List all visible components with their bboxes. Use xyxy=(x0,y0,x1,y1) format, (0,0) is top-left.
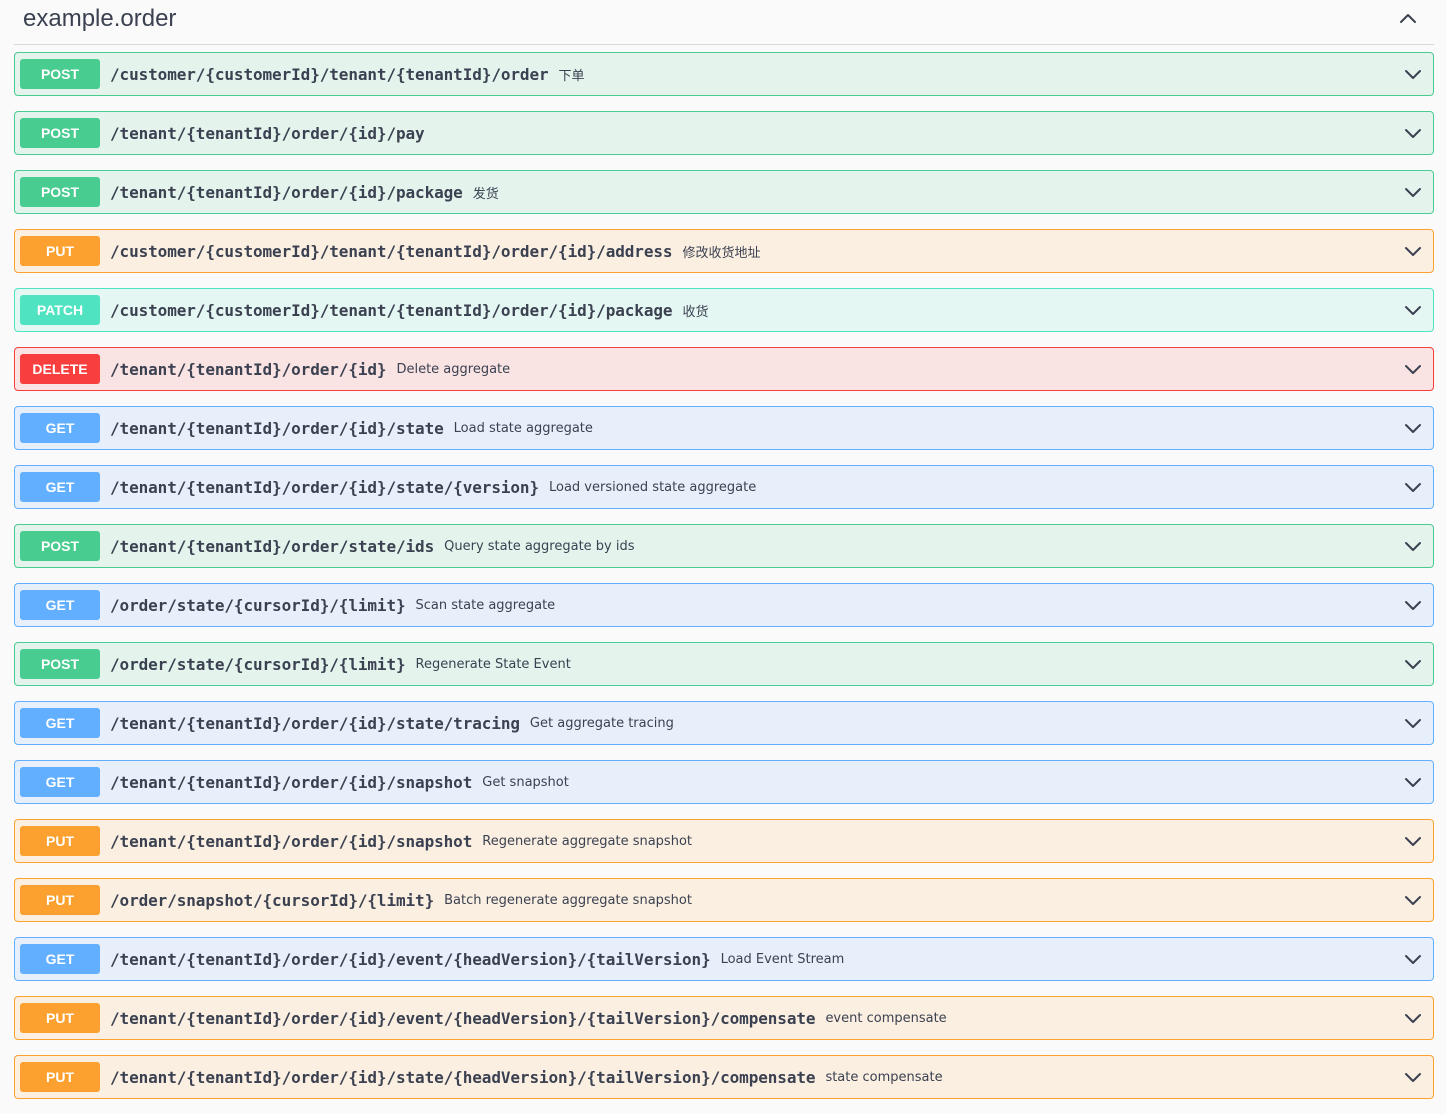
operation-path[interactable]: /order/state/{cursorId}/{limit} xyxy=(110,596,406,615)
chevron-down-icon[interactable] xyxy=(1393,54,1433,94)
operation-row[interactable]: GET/order/state/{cursorId}/{limit} Scan s… xyxy=(14,583,1434,627)
chevron-down-icon[interactable] xyxy=(1393,349,1433,389)
operation-path[interactable]: /order/state/{cursorId}/{limit} xyxy=(110,655,406,674)
chevron-down-icon[interactable] xyxy=(1393,880,1433,920)
operation-path[interactable]: /tenant/{tenantId}/order/{id}/state/{ver… xyxy=(110,478,539,497)
operation-row[interactable]: POST/customer/{customerId}/tenant/{tenan… xyxy=(14,52,1434,96)
chevron-down-icon[interactable] xyxy=(1393,467,1433,507)
operation-row[interactable]: GET/tenant/{tenantId}/order/{id}/state/t… xyxy=(14,701,1434,745)
operation-path[interactable]: /customer/{customerId}/tenant/{tenantId}… xyxy=(110,65,549,84)
operation-row[interactable]: PUT/order/snapshot/{cursorId}/{limit} Bat… xyxy=(14,878,1434,922)
method-badge: POST xyxy=(20,118,100,148)
operation-summary: 收货 xyxy=(682,304,709,320)
operation-path[interactable]: /tenant/{tenantId}/order/{id}/event/{hea… xyxy=(110,950,711,969)
section-header[interactable]: example.order xyxy=(14,0,1434,45)
method-badge: PUT xyxy=(20,826,100,856)
operation-path[interactable]: /tenant/{tenantId}/order/{id}/snapshot xyxy=(110,773,472,792)
operation-summary: Get aggregate tracing xyxy=(529,715,674,731)
operation-summary: Load versioned state aggregate xyxy=(548,479,757,495)
operation-path[interactable]: /tenant/{tenantId}/order/{id}/state xyxy=(110,419,444,438)
operation-row[interactable]: DELETE/tenant/{tenantId}/order/{id} Delet… xyxy=(14,347,1434,391)
operation-summary: Batch regenerate aggregate snapshot xyxy=(444,892,692,908)
operation-row[interactable]: PUT/tenant/{tenantId}/order/{id}/event/{… xyxy=(14,996,1434,1040)
operation-summary: event compensate xyxy=(825,1010,947,1026)
operation-summary: Regenerate aggregate snapshot xyxy=(482,833,692,849)
operation-summary: 修改收货地址 xyxy=(682,245,761,261)
chevron-down-icon[interactable] xyxy=(1393,172,1433,212)
chevron-down-icon[interactable] xyxy=(1393,290,1433,330)
operation-row[interactable]: GET/tenant/{tenantId}/order/{id}/state/{… xyxy=(14,465,1434,509)
chevron-down-icon[interactable] xyxy=(1393,1057,1433,1097)
operation-path[interactable]: /tenant/{tenantId}/order/{id}/pay xyxy=(110,124,425,143)
operation-path[interactable]: /tenant/{tenantId}/order/{id}/state/{hea… xyxy=(110,1068,816,1087)
chevron-down-icon[interactable] xyxy=(1393,821,1433,861)
method-badge: GET xyxy=(20,590,100,620)
operation-summary: 下单 xyxy=(558,68,585,84)
method-badge: POST xyxy=(20,649,100,679)
operation-row[interactable]: POST/tenant/{tenantId}/order/state/ids Qu… xyxy=(14,524,1434,568)
method-badge: POST xyxy=(20,531,100,561)
chevron-up-icon[interactable] xyxy=(1388,0,1428,39)
method-badge: DELETE xyxy=(20,354,100,384)
chevron-down-icon[interactable] xyxy=(1393,998,1433,1038)
method-badge: GET xyxy=(20,472,100,502)
method-badge: PUT xyxy=(20,236,100,266)
operation-summary: Scan state aggregate xyxy=(415,597,556,613)
operation-row[interactable]: PATCH/customer/{customerId}/tenant/{tena… xyxy=(14,288,1434,332)
method-badge: POST xyxy=(20,177,100,207)
chevron-down-icon[interactable] xyxy=(1393,526,1433,566)
chevron-down-icon[interactable] xyxy=(1393,703,1433,743)
operation-path[interactable]: /tenant/{tenantId}/order/{id}/snapshot xyxy=(110,832,472,851)
operation-summary: Get snapshot xyxy=(482,774,569,790)
method-badge: PUT xyxy=(20,885,100,915)
method-badge: PUT xyxy=(20,1062,100,1092)
operation-path[interactable]: /tenant/{tenantId}/order/{id}/package xyxy=(110,183,463,202)
chevron-down-icon[interactable] xyxy=(1393,939,1433,979)
operation-row[interactable]: PUT/customer/{customerId}/tenant/{tenant… xyxy=(14,229,1434,273)
operation-summary: Query state aggregate by ids xyxy=(444,538,635,554)
operation-summary: Load Event Stream xyxy=(720,951,845,967)
operation-path[interactable]: /customer/{customerId}/tenant/{tenantId}… xyxy=(110,242,673,261)
method-badge: POST xyxy=(20,59,100,89)
method-badge: PUT xyxy=(20,1003,100,1033)
method-badge: PATCH xyxy=(20,295,100,325)
method-badge: GET xyxy=(20,944,100,974)
operation-path[interactable]: /order/snapshot/{cursorId}/{limit} xyxy=(110,891,434,910)
operation-summary: 发货 xyxy=(472,186,499,202)
operation-summary: state compensate xyxy=(825,1069,943,1085)
chevron-down-icon[interactable] xyxy=(1393,762,1433,802)
method-badge: GET xyxy=(20,767,100,797)
operation-path[interactable]: /customer/{customerId}/tenant/{tenantId}… xyxy=(110,301,673,320)
chevron-down-icon[interactable] xyxy=(1393,113,1433,153)
section-title: example.order xyxy=(23,5,177,32)
operation-summary: Delete aggregate xyxy=(396,361,511,377)
operation-summary: Load state aggregate xyxy=(453,420,593,436)
operation-row[interactable]: PUT/tenant/{tenantId}/order/{id}/snapsho… xyxy=(14,819,1434,863)
operation-path[interactable]: /tenant/{tenantId}/order/state/ids xyxy=(110,537,434,556)
operation-path[interactable]: /tenant/{tenantId}/order/{id}/event/{hea… xyxy=(110,1009,816,1028)
operation-row[interactable]: POST/tenant/{tenantId}/order/{id}/pay xyxy=(14,111,1434,155)
operation-path[interactable]: /tenant/{tenantId}/order/{id} xyxy=(110,360,387,379)
operation-row[interactable]: GET/tenant/{tenantId}/order/{id}/snapsho… xyxy=(14,760,1434,804)
chevron-down-icon[interactable] xyxy=(1393,644,1433,684)
operation-row[interactable]: GET/tenant/{tenantId}/order/{id}/state Lo… xyxy=(14,406,1434,450)
operations-list: POST/customer/{customerId}/tenant/{tenan… xyxy=(14,52,1434,1114)
operation-row[interactable]: POST/tenant/{tenantId}/order/{id}/packag… xyxy=(14,170,1434,214)
chevron-down-icon[interactable] xyxy=(1393,585,1433,625)
chevron-down-icon[interactable] xyxy=(1393,408,1433,448)
operation-row[interactable]: PUT/tenant/{tenantId}/order/{id}/state/{… xyxy=(14,1055,1434,1099)
chevron-down-icon[interactable] xyxy=(1393,231,1433,271)
method-badge: GET xyxy=(20,708,100,738)
operation-path[interactable]: /tenant/{tenantId}/order/{id}/state/trac… xyxy=(110,714,520,733)
operation-row[interactable]: POST/order/state/{cursorId}/{limit} Regen… xyxy=(14,642,1434,686)
operation-summary: Regenerate State Event xyxy=(415,656,571,672)
method-badge: GET xyxy=(20,413,100,443)
operation-row[interactable]: GET/tenant/{tenantId}/order/{id}/event/{… xyxy=(14,937,1434,981)
